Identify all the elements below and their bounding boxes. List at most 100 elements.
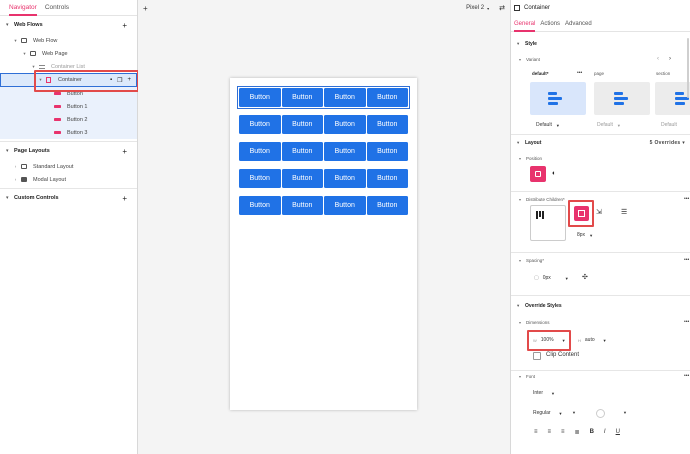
more-icon[interactable]: •••	[684, 319, 689, 325]
font-color-swatch[interactable]	[596, 409, 605, 418]
width-select[interactable]: W 100% ▼	[533, 337, 566, 343]
align-left-icon[interactable]: ≡	[534, 429, 538, 436]
more-icon[interactable]: •••	[684, 257, 689, 263]
tree-item-modal-layout[interactable]: › Modal Layout	[0, 173, 137, 186]
alignment-grid[interactable]	[530, 205, 566, 241]
chevron-down-icon: ▾	[517, 303, 520, 308]
button-row[interactable]: Button Button Button Button	[239, 142, 408, 161]
tree-item-button-3[interactable]: Button 3	[0, 126, 137, 139]
scrollbar-thumb[interactable]	[687, 38, 689, 98]
button[interactable]: Button	[324, 115, 366, 134]
chevron-down-icon: ▾	[487, 5, 490, 11]
add-icon[interactable]: +	[127, 77, 131, 84]
more-icon[interactable]: •••	[684, 196, 689, 202]
spacing-icon: ▢	[534, 275, 539, 281]
button[interactable]: Button	[239, 196, 281, 215]
tab-advanced[interactable]: Advanced	[565, 21, 592, 27]
button[interactable]: Button	[281, 169, 323, 188]
button[interactable]: Button	[239, 115, 281, 134]
button[interactable]: Button	[366, 115, 408, 134]
align-right-icon[interactable]: ≡	[561, 429, 565, 436]
clip-content-checkbox[interactable]	[533, 352, 541, 360]
button[interactable]: Button	[366, 142, 408, 161]
button[interactable]: Button	[366, 169, 408, 188]
spacing-select[interactable]: ▢ 0px ▼	[534, 275, 569, 281]
layout-section-header[interactable]: ▾ Layout 5 Overrides ▾	[511, 137, 690, 149]
button-icon	[53, 104, 62, 110]
variant-select[interactable]: Default ▼	[536, 122, 560, 128]
variant-select[interactable]: Default	[661, 122, 677, 128]
button[interactable]: Button	[239, 142, 281, 161]
wrap-icon[interactable]: ☰	[621, 208, 627, 216]
section-page-layouts[interactable]: ▾ Page Layouts +	[0, 142, 137, 160]
button[interactable]: Button	[281, 115, 323, 134]
add-web-flow-icon[interactable]: +	[122, 21, 127, 30]
button[interactable]: Button	[281, 196, 323, 215]
navigator-tabs: Navigator Controls	[0, 0, 137, 16]
tree-item-container[interactable]: ▾ Container ▪ ❐ +	[0, 73, 137, 87]
justify-icon[interactable]: ≣	[575, 429, 580, 436]
section-custom-controls[interactable]: ▾ Custom Controls +	[0, 189, 137, 207]
tree-item-standard-layout[interactable]: › Standard Layout	[0, 160, 137, 173]
align-center-icon[interactable]: ≡	[548, 429, 552, 436]
tree-item-web-page[interactable]: ▾ Web Page	[0, 47, 137, 60]
variant-card-page[interactable]	[594, 82, 650, 115]
font-weight-select[interactable]: Regular ▼	[533, 410, 562, 416]
add-icon[interactable]: +	[143, 4, 148, 13]
font-color-select[interactable]: ▼	[623, 410, 627, 415]
underline-icon[interactable]: U	[616, 429, 620, 436]
add-page-layout-icon[interactable]: +	[122, 147, 127, 156]
button[interactable]: Button	[324, 88, 366, 107]
design-canvas[interactable]: + Pixel 2 ▾ ⇄ Button Button Button Butto…	[138, 0, 510, 454]
tree-item-button-1[interactable]: Button 1	[0, 100, 137, 113]
button-row[interactable]: Button Button Button Button	[239, 169, 408, 188]
rotate-icon[interactable]: ⇄	[499, 4, 505, 12]
variant-card-default[interactable]	[530, 82, 586, 115]
button[interactable]: Button	[281, 142, 323, 161]
tab-actions[interactable]: Actions	[540, 21, 560, 27]
position-relative-button[interactable]	[530, 166, 546, 182]
tree-item-button[interactable]: Button	[0, 87, 137, 100]
tree-item-button-2[interactable]: Button 2	[0, 113, 137, 126]
section-web-flows[interactable]: ▾ Web Flows +	[0, 16, 137, 34]
bold-icon[interactable]: B	[590, 429, 594, 436]
style-section-header[interactable]: ▾ Style	[511, 38, 690, 50]
duplicate-icon[interactable]: ❐	[117, 77, 122, 84]
button[interactable]: Button	[366, 88, 408, 107]
more-icon[interactable]: •••	[684, 373, 689, 379]
variant-select[interactable]: Default ▼	[597, 122, 621, 128]
gap-select[interactable]: 8px ▼	[577, 232, 593, 238]
font-family-select[interactable]: Inter ▼	[533, 390, 555, 396]
delete-icon[interactable]: ▪	[110, 77, 112, 84]
tab-controls[interactable]: Controls	[45, 4, 69, 11]
tab-general[interactable]: General	[514, 16, 536, 32]
add-custom-control-icon[interactable]: +	[122, 194, 127, 203]
device-select[interactable]: Pixel 2 ▾	[466, 5, 489, 11]
direction-horizontal-icon[interactable]: ⇲	[596, 208, 602, 216]
button[interactable]: Button	[239, 169, 281, 188]
height-select[interactable]: H auto ▼	[578, 337, 607, 343]
button[interactable]: Button	[239, 88, 281, 107]
tab-navigator[interactable]: Navigator	[9, 0, 37, 16]
override-styles-header[interactable]: ▾ Override Styles	[511, 300, 690, 312]
button-row[interactable]: Button Button Button Button	[239, 196, 408, 215]
tree-item-web-flow[interactable]: ▾ Web Flow	[0, 34, 137, 47]
button[interactable]: Button	[324, 196, 366, 215]
chevron-left-icon[interactable]: ‹	[657, 56, 659, 62]
chevron-right-icon[interactable]: ›	[669, 56, 671, 62]
button[interactable]: Button	[366, 196, 408, 215]
padding-link-icon[interactable]: ✣	[582, 273, 588, 281]
font-size-select[interactable]: ▼	[572, 410, 576, 415]
button-row[interactable]: Button Button Button Button	[239, 115, 408, 134]
tree-item-container-list[interactable]: ▾ Container List	[0, 60, 137, 73]
variant-more-icon[interactable]: •••	[577, 70, 582, 76]
variant-card-section[interactable]	[655, 82, 690, 115]
italic-icon[interactable]: I	[604, 429, 606, 436]
button[interactable]: Button	[324, 142, 366, 161]
button[interactable]: Button	[281, 88, 323, 107]
position-absolute-icon[interactable]: ◐	[552, 170, 556, 177]
button-row[interactable]: Button Button Button Button	[237, 86, 410, 109]
button[interactable]: Button	[324, 169, 366, 188]
direction-vertical-button[interactable]	[574, 206, 589, 221]
overrides-count[interactable]: 5 Overrides ▾	[650, 140, 685, 146]
